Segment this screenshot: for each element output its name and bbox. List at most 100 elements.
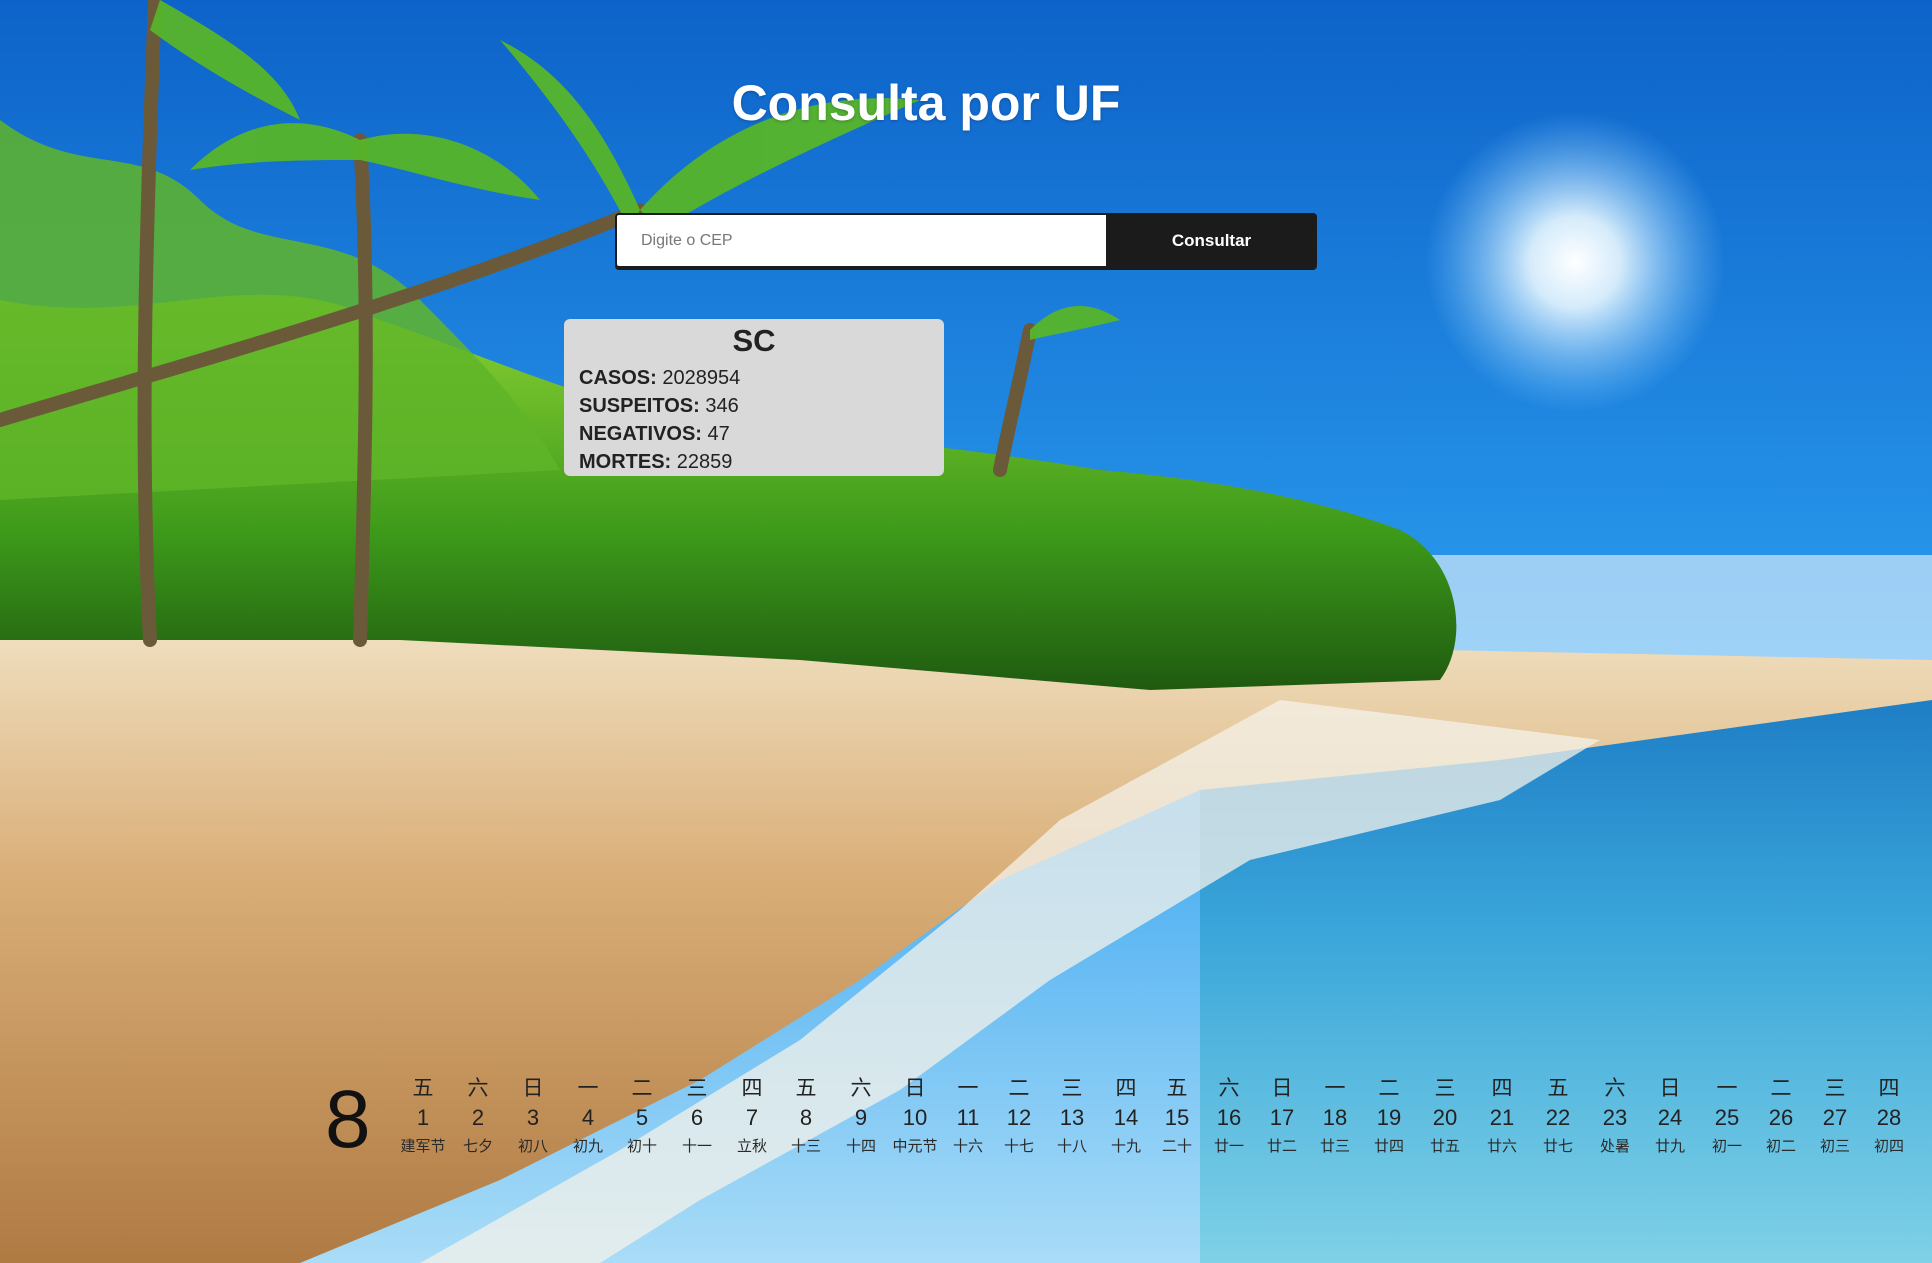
calendar-day: 四 7 立秋 (725, 1075, 779, 1157)
consultar-button[interactable]: Consultar (1106, 213, 1317, 268)
calendar-lunar-label: 十八 (1056, 1138, 1087, 1155)
calendar-day: 日 24 廿九 (1643, 1075, 1697, 1157)
calendar-day-number: 15 (1164, 1105, 1190, 1130)
calendar-lunar-label: 初九 (572, 1138, 603, 1155)
stat-label: NEGATIVOS: (579, 423, 702, 445)
calendar-lunar-label: 廿五 (1429, 1138, 1460, 1155)
calendar-lunar-label: 廿七 (1542, 1138, 1573, 1155)
stat-label: MORTES: (579, 451, 672, 473)
calendar-lunar-label: 七夕 (462, 1138, 493, 1155)
calendar-lunar-label: 初四 (1873, 1138, 1904, 1155)
calendar-day: 三 20 廿五 (1418, 1075, 1472, 1157)
calendar-weekday: 一 (1324, 1077, 1346, 1100)
calendar-day-number: 18 (1322, 1105, 1348, 1130)
calendar-day: 三 6 十一 (670, 1075, 724, 1157)
wallpaper-calendar-strip: 8 五 1 建军节六 2 七夕日 3 初八一 4 初九二 5 初十三 6 十一四 7 立秋五 8 十三六 9 十四日… (0, 1075, 1932, 1175)
calendar-day-number: 28 (1876, 1105, 1902, 1130)
calendar-lunar-label: 廿九 (1654, 1138, 1685, 1155)
calendar-lunar-label: 十七 (1003, 1138, 1034, 1155)
calendar-lunar-label: 廿四 (1373, 1138, 1404, 1155)
page-title: Consulta por UF (731, 75, 1121, 131)
calendar-lunar-label: 廿三 (1319, 1138, 1350, 1155)
calendar-day: 四 21 廿六 (1475, 1075, 1529, 1157)
calendar-lunar-label: 廿一 (1213, 1138, 1244, 1155)
calendar-weekday: 六 (850, 1077, 872, 1100)
calendar-day-number: 1 (416, 1105, 430, 1130)
calendar-day-number: 13 (1059, 1105, 1085, 1130)
calendar-lunar-label: 初一 (1711, 1138, 1742, 1155)
calendar-day: 四 28 初四 (1862, 1075, 1916, 1157)
calendar-day: 三 27 初三 (1808, 1075, 1862, 1157)
stat-mortes: MORTES: 22859 (579, 448, 929, 476)
calendar-day-number: 14 (1113, 1105, 1139, 1130)
stat-suspeitos: SUSPEITOS: 346 (579, 392, 929, 420)
calendar-day: 一 25 初一 (1700, 1075, 1754, 1157)
stat-casos: CASOS: 2028954 (579, 364, 929, 392)
calendar-weekday: 三 (686, 1077, 708, 1100)
calendar-day: 四 14 十九 (1099, 1075, 1153, 1157)
calendar-day-number: 19 (1376, 1105, 1402, 1130)
calendar-day-number: 24 (1657, 1105, 1683, 1130)
calendar-day: 日 3 初八 (506, 1075, 560, 1157)
calendar-day-number: 17 (1269, 1105, 1295, 1130)
calendar-day-number: 20 (1432, 1105, 1458, 1130)
calendar-day: 五 15 二十 (1150, 1075, 1204, 1157)
calendar-day-number: 11 (956, 1105, 980, 1130)
calendar-weekday: 二 (631, 1077, 653, 1100)
beach-wallpaper (0, 0, 1932, 1263)
calendar-lunar-label: 十四 (845, 1138, 876, 1155)
calendar-day: 日 17 廿二 (1255, 1075, 1309, 1157)
calendar-weekday: 二 (1770, 1077, 1792, 1100)
calendar-lunar-label: 初二 (1765, 1138, 1796, 1155)
stat-value: 2028954 (662, 367, 741, 389)
calendar-weekday: 日 (904, 1077, 926, 1100)
calendar-day-number: 8 (799, 1105, 813, 1130)
calendar-day-number: 16 (1216, 1105, 1242, 1130)
calendar-day-number: 27 (1822, 1105, 1848, 1130)
calendar-lunar-label: 建军节 (400, 1138, 446, 1155)
calendar-day: 日 10 中元节 (888, 1075, 942, 1157)
calendar-weekday: 五 (412, 1077, 434, 1100)
calendar-day-number: 9 (854, 1105, 868, 1130)
stat-negativos: NEGATIVOS: 47 (579, 420, 929, 448)
calendar-day: 一 4 初九 (561, 1075, 615, 1157)
cep-input[interactable] (615, 213, 1106, 268)
stat-label: SUSPEITOS: (579, 395, 700, 417)
stat-value: 47 (707, 423, 730, 445)
calendar-lunar-label: 中元节 (892, 1138, 938, 1155)
calendar-day-number: 2 (471, 1105, 485, 1130)
calendar-day: 二 5 初十 (615, 1075, 669, 1157)
calendar-day-number: 23 (1602, 1105, 1628, 1130)
calendar-lunar-label: 处暑 (1599, 1138, 1630, 1155)
calendar-day-number: 4 (581, 1105, 595, 1130)
calendar-weekday: 四 (1115, 1077, 1137, 1100)
stat-value: 22859 (676, 451, 733, 473)
calendar-lunar-label: 初八 (517, 1138, 548, 1155)
calendar-day: 一 18 廿三 (1308, 1075, 1362, 1157)
calendar-weekday: 四 (1878, 1077, 1900, 1100)
calendar-day: 三 13 十八 (1045, 1075, 1099, 1157)
calendar-lunar-label: 二十 (1161, 1138, 1192, 1155)
calendar-day: 六 23 处暑 (1588, 1075, 1642, 1157)
cep-search-form: Consultar (615, 213, 1317, 268)
calendar-weekday: 日 (1659, 1077, 1681, 1100)
calendar-weekday: 日 (1271, 1077, 1293, 1100)
calendar-day-number: 10 (902, 1105, 928, 1130)
calendar-weekday: 五 (795, 1077, 817, 1100)
calendar-weekday: 三 (1824, 1077, 1846, 1100)
calendar-day: 六 2 七夕 (451, 1075, 505, 1157)
calendar-weekday: 四 (741, 1077, 763, 1100)
calendar-lunar-label: 十六 (952, 1138, 983, 1155)
calendar-weekday: 四 (1491, 1077, 1513, 1100)
calendar-day: 二 26 初二 (1754, 1075, 1808, 1157)
calendar-weekday: 二 (1008, 1077, 1030, 1100)
calendar-day-number: 12 (1006, 1105, 1032, 1130)
calendar-weekday: 日 (522, 1077, 544, 1100)
calendar-lunar-label: 廿二 (1266, 1138, 1297, 1155)
calendar-day: 六 9 十四 (834, 1075, 888, 1157)
uf-code: SC (732, 323, 776, 358)
calendar-lunar-label: 十九 (1110, 1138, 1141, 1155)
calendar-day: 二 19 廿四 (1362, 1075, 1416, 1157)
calendar-lunar-label: 十一 (681, 1138, 712, 1155)
calendar-weekday: 五 (1166, 1077, 1188, 1100)
